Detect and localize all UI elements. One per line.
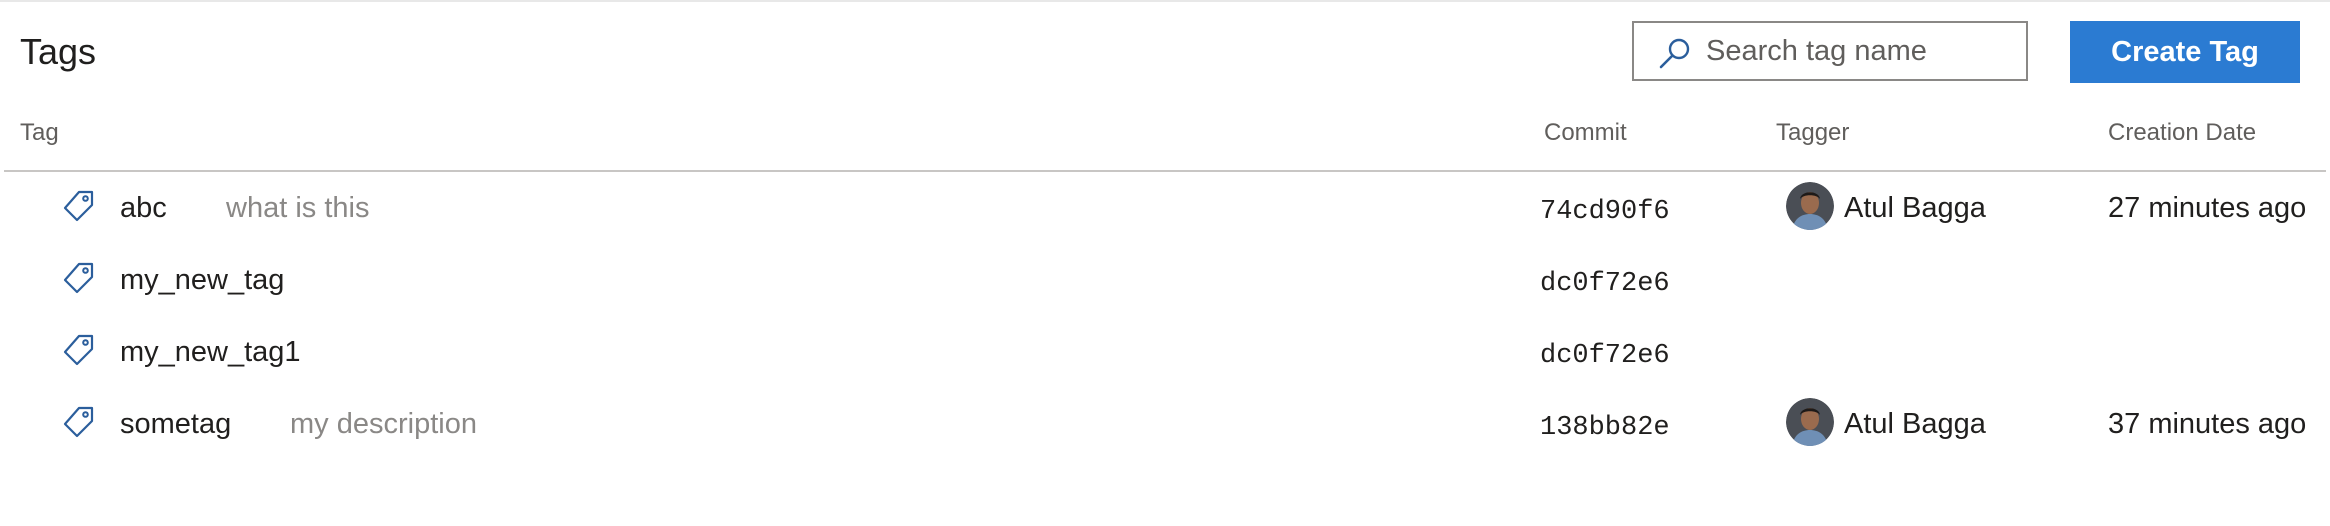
column-header-tagger[interactable]: Tagger [1776,118,1849,148]
commit-link[interactable]: dc0f72e6 [1540,266,1670,302]
tag-description: what is this [226,192,370,224]
search-input[interactable] [1706,23,2016,79]
tagger-name: Atul Bagga [1844,192,1986,224]
page-header: Tags Create Tag [0,0,2330,104]
creation-date: 37 minutes ago [2108,408,2307,440]
commit-link[interactable]: dc0f72e6 [1540,338,1670,374]
table-row[interactable]: my_new_tag1 dc0f72e6 [4,316,2326,388]
tag-icon [63,262,94,294]
commit-link[interactable]: 138bb82e [1540,410,1670,446]
tag-name-link[interactable]: abc [120,190,167,226]
avatar-icon [1786,182,1834,230]
tagger-name: Atul Bagga [1844,408,1986,440]
create-tag-button[interactable]: Create Tag [2070,21,2300,83]
tag-description: my description [290,408,477,440]
column-header-creation-date[interactable]: Creation Date [2108,118,2256,148]
column-header-commit[interactable]: Commit [1544,118,1627,148]
tag-name-link[interactable]: sometag [120,406,231,442]
table-row[interactable]: abc what is this 74cd90f6 Atul Bagga 27 … [4,172,2326,244]
column-header-tag[interactable]: Tag [20,118,59,148]
tag-name-link[interactable]: my_new_tag1 [120,334,301,370]
tag-icon [63,190,94,222]
tag-icon [63,406,94,438]
page-title: Tags [20,31,97,72]
table-row[interactable]: sometag my description 138bb82e Atul Bag… [4,388,2326,460]
avatar-icon [1786,398,1834,446]
search-box[interactable] [1632,21,2028,81]
tag-name-link[interactable]: my_new_tag [120,262,284,298]
commit-link[interactable]: 74cd90f6 [1540,194,1670,230]
search-icon [1659,38,1690,69]
table-row[interactable]: my_new_tag dc0f72e6 [4,244,2326,316]
creation-date: 27 minutes ago [2108,192,2307,224]
tag-icon [63,334,94,366]
